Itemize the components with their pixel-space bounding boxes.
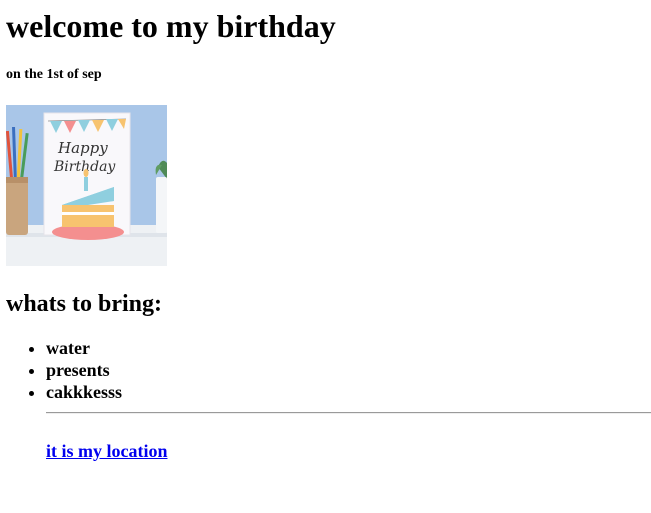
list-item: presents [46, 359, 651, 381]
greeting-card: Happy Birthday [43, 112, 131, 240]
bring-list: water presents cakkkesss it is my locati… [6, 337, 651, 462]
birthday-card-image: Happy Birthday [6, 105, 167, 266]
page-title: welcome to my birthday [6, 8, 336, 44]
event-date: on the 1st of sep [6, 67, 102, 82]
divider-item: it is my location [46, 403, 651, 462]
bring-heading: whats to bring: [6, 291, 163, 317]
list-item: cakkkesss [46, 381, 651, 403]
card-text-happy: Happy [57, 139, 108, 157]
horizontal-divider [46, 412, 651, 414]
list-item: water [46, 337, 651, 359]
location-link[interactable]: it is my location [46, 440, 168, 462]
